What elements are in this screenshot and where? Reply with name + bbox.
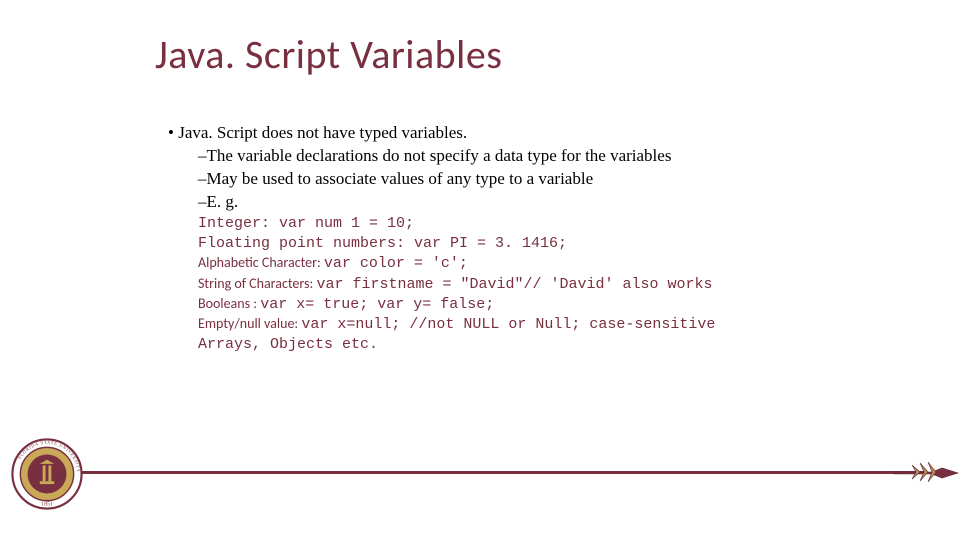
bullet-main-text: Java. Script does not have typed variabl… [178,123,467,142]
university-seal-icon: FLORIDA STATE UNIVERSITY 1851 [11,438,83,510]
example-float: Floating point numbers: var PI = 3. 1416… [198,234,888,254]
example-null-label: Empty/null value: [198,315,301,332]
example-char-code: var color = 'c'; [324,255,468,272]
slide-body: • Java. Script does not have typed varia… [168,122,888,356]
seal-year: 1851 [41,502,53,508]
slide-title: Java. Script Variables [155,30,502,79]
bullet-dash: – [198,192,207,211]
example-string: String of Characters: var firstname = "D… [198,275,888,295]
example-boolean-code: var x= true; var y= false; [260,296,494,313]
example-boolean: Booleans : var x= true; var y= false; [198,295,888,315]
bullet-sub3: –E. g. [198,191,888,214]
example-boolean-label: Booleans : [198,295,260,312]
bullet-sub2-text: May be used to associate values of any t… [207,169,594,188]
bullet-sub2: –May be used to associate values of any … [198,168,888,191]
example-arrays: Arrays, Objects etc. [198,335,888,355]
example-char-label: Alphabetic Character: [198,254,324,271]
example-string-label: String of Characters: [198,275,316,292]
bullet-dash: – [198,146,207,165]
example-string-code: var firstname = "David"// 'David' also w… [316,276,712,293]
bullet-sub3-text: E. g. [207,192,239,211]
bullet-main: • Java. Script does not have typed varia… [168,122,888,145]
divider-rule [82,471,925,474]
example-integer: Integer: var num 1 = 10; [198,214,888,234]
bullet-sub1: –The variable declarations do not specif… [198,145,888,168]
bullet-dash: – [198,169,207,188]
example-null: Empty/null value: var x=null; //not NULL… [198,315,888,335]
examples-block: Integer: var num 1 = 10; Floating point … [198,214,888,356]
bullet-dot: • [168,123,178,142]
example-char: Alphabetic Character: var color = 'c'; [198,254,888,274]
example-null-code: var x=null; //not NULL or Null; case-sen… [301,316,715,333]
bullet-sub1-text: The variable declarations do not specify… [207,146,672,165]
